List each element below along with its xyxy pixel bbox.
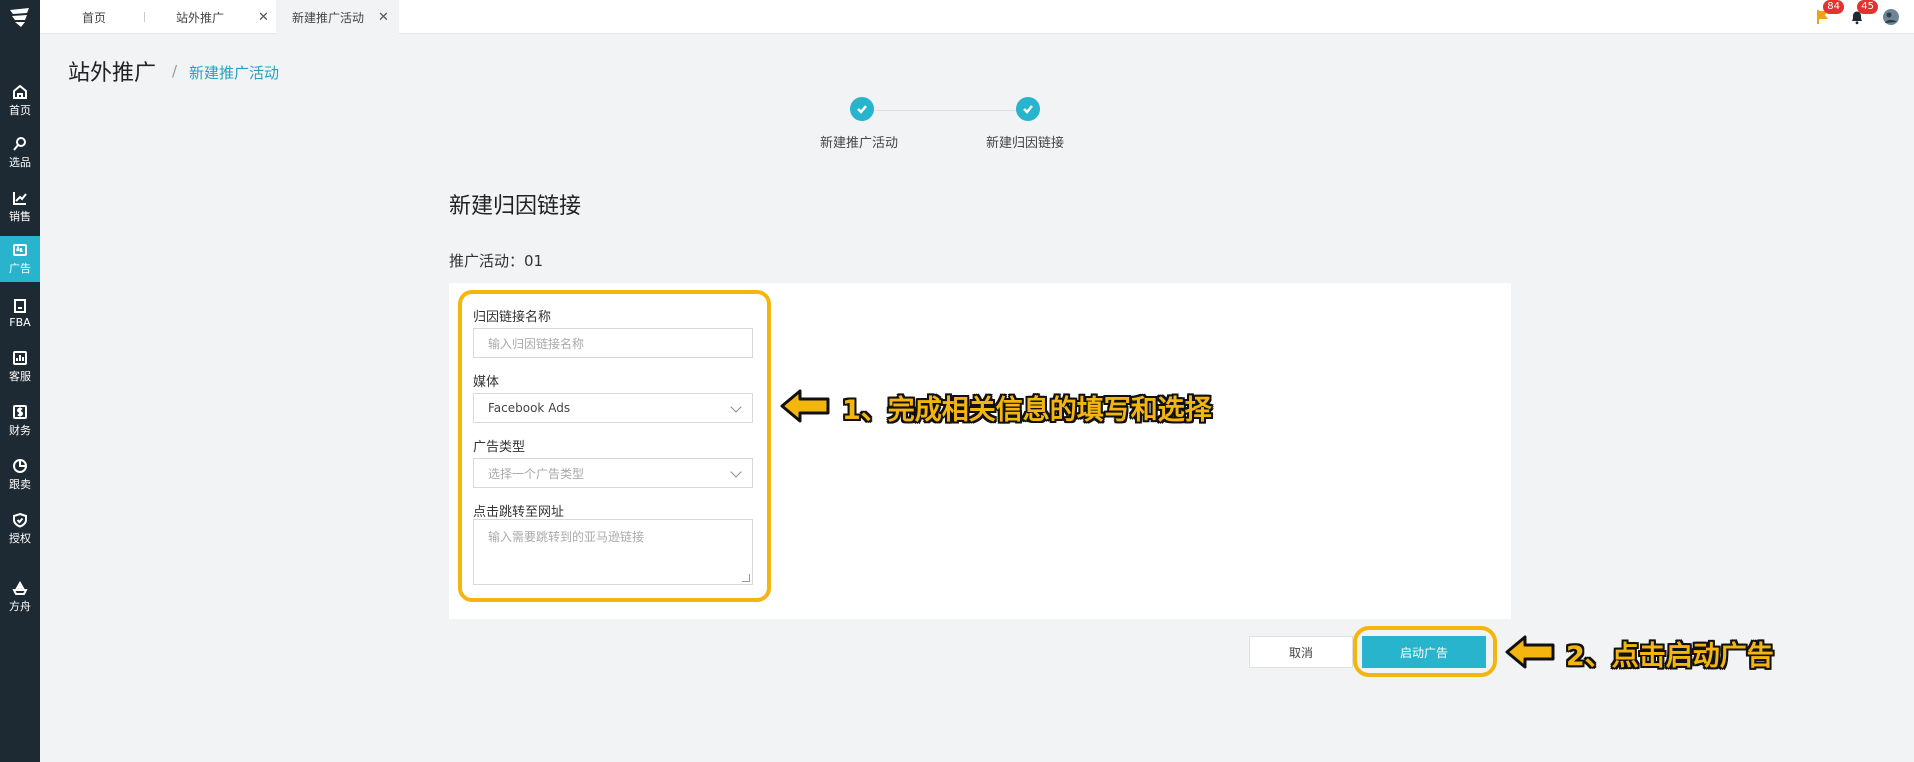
flag-notification[interactable]: 84 [1812,0,1844,28]
breadcrumb-current[interactable]: 新建推广活动 [189,62,279,83]
tab-label: 首页 [82,10,107,25]
sidebar-item-label: 客服 [9,370,31,383]
pie-chart-icon [13,459,27,473]
page-title: 站外推广 [68,61,157,86]
annotation-step-2: 2、点击启动广告 [1566,641,1774,672]
sidebar-item-sales[interactable]: 销售 [0,184,40,230]
sidebar-item-follow-sell[interactable]: 跟卖 [0,452,40,498]
home-icon [13,84,27,99]
ad-icon [13,244,27,256]
sidebar-item-home[interactable]: 首页 [0,78,40,124]
step-1-label: 新建推广活动 [820,136,899,151]
sidebar: 首页 选品 销售 广告 FBA 客服 财务 跟卖 授权 方舟 [0,0,40,762]
sidebar-item-label: 销售 [9,210,31,223]
sidebar-item-label: 授权 [9,532,31,545]
sidebar-item-customer-service[interactable]: 客服 [0,344,40,390]
tab-divider [144,12,145,22]
sidebar-item-label: 选品 [9,156,31,169]
tab-label: 新建推广活动 [292,10,365,25]
chart-line-icon [13,192,27,205]
step-1-check [850,97,874,121]
flag-badge: 84 [1823,0,1844,14]
sidebar-item-fba[interactable]: FBA [0,290,40,336]
breadcrumb-separator: / [172,62,178,80]
bar-chart-icon [13,351,27,365]
sidebar-item-label: FBA [9,315,31,329]
annotation-step-1: 1、完成相关信息的填写和选择 [842,395,1212,426]
button-highlight-box [1353,626,1497,677]
stepper-line [874,110,1028,111]
fba-icon [14,298,26,313]
check-icon [857,105,867,114]
campaign-label: 推广活动：01 [449,252,544,270]
sidebar-item-product-selection[interactable]: 选品 [0,130,40,176]
tab-label: 站外推广 [176,10,225,25]
search-icon [13,137,26,151]
left-arrow-icon [1505,635,1555,669]
close-icon[interactable]: ✕ [378,10,389,25]
sidebar-item-label: 首页 [9,104,31,117]
sidebar-item-finance[interactable]: 财务 [0,398,40,444]
sidebar-item-ark[interactable]: 方舟 [0,574,40,620]
cancel-button[interactable]: 取消 [1249,636,1353,668]
form-highlight-box [458,290,771,602]
left-arrow-icon [780,389,830,423]
shield-check-icon [13,512,27,528]
avatar-icon [1883,9,1899,25]
check-icon [1023,105,1033,114]
avatar[interactable] [1880,6,1902,28]
app-logo-icon [10,8,29,27]
sidebar-item-label: 广告 [9,262,31,275]
bell-notification[interactable]: 45 [1846,0,1878,28]
sidebar-item-authorization[interactable]: 授权 [0,506,40,552]
step-2-label: 新建归因链接 [986,136,1065,151]
tab-new-campaign[interactable]: 新建推广活动 ✕ [276,0,399,34]
ark-icon [12,580,28,595]
tab-bar: 首页 站外推广 ✕ 新建推广活动 ✕ 84 45 [40,0,1914,34]
dollar-icon [13,405,27,419]
bell-badge: 45 [1857,0,1878,14]
logo[interactable] [0,0,40,34]
sidebar-item-label: 方舟 [9,600,31,613]
sidebar-item-label: 跟卖 [9,478,31,491]
top-icons: 84 45 [1812,0,1902,34]
step-2-check [1016,97,1040,121]
close-icon[interactable]: ✕ [258,10,269,25]
section-title: 新建归因链接 [449,194,582,219]
tab-offsite-promotion[interactable]: 站外推广 ✕ [176,0,269,34]
sidebar-item-label: 财务 [9,424,31,437]
tab-home[interactable]: 首页 [82,0,106,34]
sidebar-item-ads[interactable]: 广告 [0,236,40,282]
